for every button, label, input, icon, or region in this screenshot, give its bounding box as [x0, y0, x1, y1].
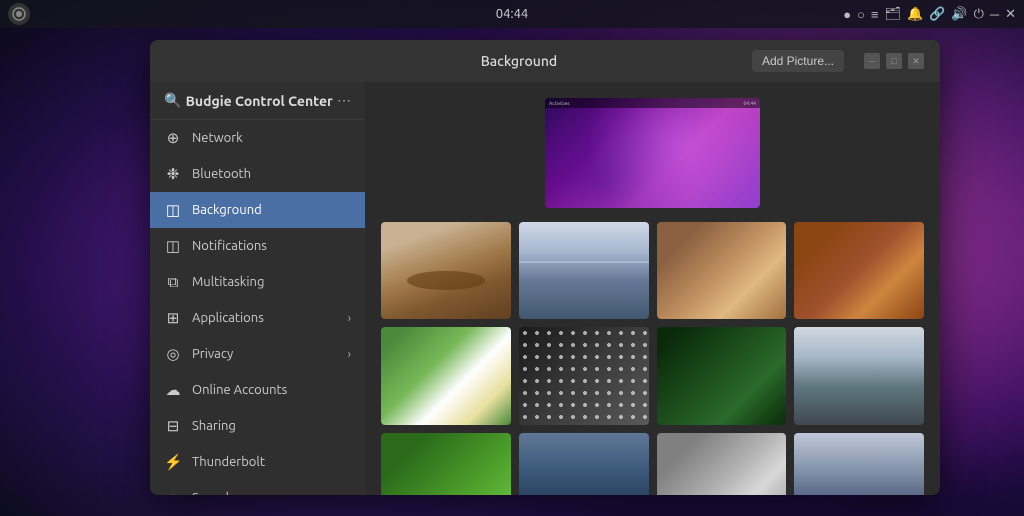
sidebar-privacy-icon: ◎ [164, 345, 182, 363]
window-titlebar: Background Add Picture... – □ ✕ [150, 40, 940, 82]
preview-mini-time: 04:44 [743, 100, 756, 106]
wallpaper-thumbnail-sea[interactable] [519, 222, 649, 319]
sidebar-item-network[interactable]: ⊕ Network [150, 120, 365, 156]
sidebar-background-icon: ◫ [164, 201, 182, 219]
taskbar-dot2-icon: ○ [857, 7, 865, 22]
sidebar-item-privacy[interactable]: ◎ Privacy › [150, 336, 365, 372]
titlebar-actions: Add Picture... – □ ✕ [752, 50, 924, 72]
main-content: Activities 04:44 [365, 82, 940, 495]
sidebar-background-label: Background [192, 203, 351, 217]
wallpaper-thumbnail-wood[interactable] [794, 222, 924, 319]
taskbar-link-icon[interactable]: 🔗 [929, 7, 945, 22]
taskbar-bell-icon[interactable]: 🔔 [907, 7, 923, 22]
sidebar-items-container: ⊕ Network ❉ Bluetooth ◫ Background ◫ Notificati… [150, 120, 365, 495]
taskbar-left [8, 3, 30, 25]
sidebar-sound-label: Sound [192, 491, 351, 495]
sidebar-item-multitasking[interactable]: ⧉ Multitasking [150, 264, 365, 300]
sidebar-thunderbolt-label: Thunderbolt [192, 455, 351, 469]
window-controls: – □ ✕ [864, 53, 924, 69]
sidebar-sharing-icon: ⊟ [164, 417, 182, 435]
sidebar: 🔍 Budgie Control Center ⋯ ⊕ Network ❉ Bluet… [150, 82, 365, 495]
sidebar-applications-arrow-icon: › [348, 312, 351, 325]
sidebar-notifications-icon: ◫ [164, 237, 182, 255]
wallpaper-thumbnail-forest-mist[interactable] [794, 327, 924, 424]
sidebar-item-online-accounts[interactable]: ☁ Online Accounts [150, 372, 365, 408]
wallpaper-thumbnail-daisies[interactable] [381, 327, 511, 424]
sidebar-network-icon: ⊕ [164, 129, 182, 147]
sidebar-multitasking-label: Multitasking [192, 275, 351, 289]
sidebar-menu-icon[interactable]: ⋯ [337, 92, 351, 109]
sidebar-bluetooth-icon: ❉ [164, 165, 182, 183]
wallpaper-thumbnail-coffee[interactable] [657, 222, 787, 319]
sidebar-notifications-label: Notifications [192, 239, 351, 253]
sidebar-item-bluetooth[interactable]: ❉ Bluetooth [150, 156, 365, 192]
sidebar-item-background[interactable]: ◫ Background [150, 192, 365, 228]
control-center-window: Background Add Picture... – □ ✕ 🔍 Budgie… [150, 40, 940, 495]
sidebar-network-label: Network [192, 131, 351, 145]
taskbar-volume-icon[interactable]: 🔊 [951, 7, 967, 22]
taskbar-list-icon[interactable]: ≡ [871, 7, 879, 22]
preview-mini-taskbar: Activities 04:44 [545, 98, 760, 108]
taskbar-power-icon[interactable]: ⏻ [974, 7, 984, 22]
taskbar-dot1-icon: ● [843, 7, 851, 22]
wallpaper-thumbnail-ferns[interactable] [657, 327, 787, 424]
wallpaper-thumbnail-dandelion[interactable] [657, 433, 787, 495]
wallpaper-thumbnail-mountains[interactable] [794, 433, 924, 495]
wallpaper-thumbnail-dots[interactable] [519, 327, 649, 424]
sidebar-title: Budgie Control Center [186, 93, 333, 109]
sidebar-online-accounts-label: Online Accounts [192, 383, 351, 397]
sidebar-applications-label: Applications [192, 311, 338, 325]
wallpaper-thumbnail-driftwood[interactable] [381, 222, 511, 319]
preview-wallpaper [545, 98, 760, 208]
sidebar-privacy-arrow-icon: › [348, 348, 351, 361]
close-button[interactable]: ✕ [908, 53, 924, 69]
search-icon[interactable]: 🔍 [164, 92, 181, 109]
app-menu-icon[interactable] [8, 3, 30, 25]
sidebar-thunderbolt-icon: ⚡ [164, 453, 182, 471]
sidebar-online-accounts-icon: ☁ [164, 381, 182, 399]
sidebar-item-applications[interactable]: ⊞ Applications › [150, 300, 365, 336]
wallpaper-thumbnail-windmill[interactable] [519, 433, 649, 495]
sidebar-item-sharing[interactable]: ⊟ Sharing [150, 408, 365, 444]
sidebar-sound-icon: ♪ [164, 489, 182, 495]
sidebar-header: 🔍 Budgie Control Center ⋯ [150, 82, 365, 120]
taskbar: 04:44 ● ○ ≡ 🗂 🔔 🔗 🔊 ⏻ ─ ✕ [0, 0, 1024, 28]
taskbar-close-icon[interactable]: ✕ [1005, 7, 1016, 22]
sidebar-privacy-label: Privacy [192, 347, 338, 361]
sidebar-bluetooth-label: Bluetooth [192, 167, 351, 181]
preview-activities-label: Activities [549, 100, 570, 106]
wallpaper-thumbnail-green-leaf[interactable] [381, 433, 511, 495]
wallpaper-grid [381, 222, 924, 495]
taskbar-minimize-icon[interactable]: ─ [990, 7, 999, 22]
maximize-button[interactable]: □ [886, 53, 902, 69]
taskbar-right: ● ○ ≡ 🗂 🔔 🔗 🔊 ⏻ ─ ✕ [843, 7, 1016, 22]
window-title: Background [286, 53, 752, 69]
sidebar-item-sound[interactable]: ♪ Sound [150, 480, 365, 495]
window-body: 🔍 Budgie Control Center ⋯ ⊕ Network ❉ Bluet… [150, 82, 940, 495]
sidebar-item-thunderbolt[interactable]: ⚡ Thunderbolt [150, 444, 365, 480]
sidebar-multitasking-icon: ⧉ [164, 273, 182, 291]
taskbar-clock: 04:44 [496, 7, 529, 21]
add-picture-button[interactable]: Add Picture... [752, 50, 844, 72]
sidebar-sharing-label: Sharing [192, 419, 351, 433]
sidebar-applications-icon: ⊞ [164, 309, 182, 327]
preview-container: Activities 04:44 [381, 98, 924, 208]
current-wallpaper-preview: Activities 04:44 [545, 98, 760, 208]
sidebar-item-notifications[interactable]: ◫ Notifications [150, 228, 365, 264]
taskbar-folder-icon[interactable]: 🗂 [885, 7, 902, 22]
minimize-button[interactable]: – [864, 53, 880, 69]
